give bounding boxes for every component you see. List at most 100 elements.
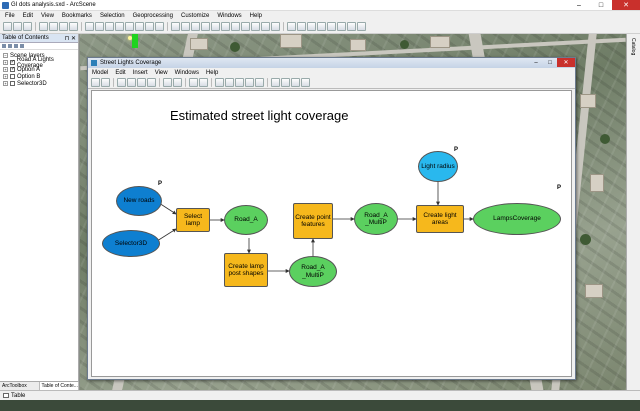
- node-selector3d[interactable]: Selector3D: [102, 230, 160, 257]
- mb-menu-help[interactable]: Help: [206, 70, 218, 76]
- menu-geoprocessing[interactable]: Geoprocessing: [133, 13, 173, 19]
- toolbox-icon[interactable]: [135, 22, 144, 31]
- add-data-icon[interactable]: [85, 22, 94, 31]
- list-by-source-icon[interactable]: [8, 44, 12, 48]
- modelbuilder-icon[interactable]: [155, 22, 164, 31]
- copy-icon[interactable]: [127, 78, 136, 87]
- fly-icon[interactable]: [181, 22, 190, 31]
- layer-visibility-checkbox[interactable]: [10, 74, 15, 79]
- delete-icon[interactable]: [147, 78, 156, 87]
- save-icon[interactable]: [23, 22, 32, 31]
- measure-icon[interactable]: [261, 22, 270, 31]
- node-lamps-coverage[interactable]: LampsCoverage: [473, 203, 561, 235]
- node-road-a-multip-1[interactable]: Road_A _MultiP: [289, 256, 337, 287]
- full-extent-icon[interactable]: [231, 22, 240, 31]
- cut-icon[interactable]: [39, 22, 48, 31]
- menu-view[interactable]: View: [41, 13, 54, 19]
- delete-icon[interactable]: [69, 22, 78, 31]
- open-icon[interactable]: [13, 22, 22, 31]
- navigate-icon[interactable]: [171, 22, 180, 31]
- connect-icon[interactable]: [281, 78, 290, 87]
- select-icon[interactable]: [241, 22, 250, 31]
- mb-menu-insert[interactable]: Insert: [133, 70, 148, 76]
- node-new-roads[interactable]: New roads: [116, 186, 162, 216]
- interpolate-icon[interactable]: [357, 22, 366, 31]
- redo-icon[interactable]: [173, 78, 182, 87]
- validate-icon[interactable]: [291, 78, 300, 87]
- toc-icon[interactable]: [105, 22, 114, 31]
- layer-visibility-checkbox[interactable]: ✓: [9, 60, 15, 65]
- mb-menu-edit[interactable]: Edit: [115, 70, 125, 76]
- menu-customize[interactable]: Customize: [181, 13, 209, 19]
- collapse-icon[interactable]: −: [3, 53, 8, 58]
- full-extent-icon[interactable]: [225, 78, 234, 87]
- pan-icon[interactable]: [255, 78, 264, 87]
- toc-pin-close[interactable]: ⊓ ✕: [65, 35, 76, 42]
- paste-icon[interactable]: [137, 78, 146, 87]
- model-canvas[interactable]: Estimated street light coverage New road…: [91, 90, 572, 377]
- node-road-a-multip-2[interactable]: Road_A _MultiP: [354, 203, 398, 235]
- target-icon[interactable]: [191, 22, 200, 31]
- node-light-radius[interactable]: Light radius: [418, 151, 458, 182]
- expand-icon[interactable]: +: [3, 67, 8, 72]
- tab-table-of-contents[interactable]: Table of Conte...: [39, 382, 79, 390]
- maximize-button[interactable]: □: [590, 0, 612, 10]
- effects-icon[interactable]: [297, 22, 306, 31]
- undo-icon[interactable]: [163, 78, 172, 87]
- node-create-lamp-post-shapes[interactable]: Create lamp post shapes: [224, 253, 268, 287]
- layer-visibility-checkbox[interactable]: ✓: [10, 67, 15, 72]
- menu-edit[interactable]: Edit: [23, 13, 33, 19]
- node-create-point-features[interactable]: Create point features: [293, 203, 333, 239]
- list-by-drawing-order-icon[interactable]: [2, 44, 6, 48]
- zoom-out-icon[interactable]: [245, 78, 254, 87]
- expand-icon[interactable]: +: [3, 81, 8, 86]
- profile-icon[interactable]: [347, 22, 356, 31]
- mb-close-button[interactable]: ✕: [557, 58, 575, 67]
- mb-minimize-button[interactable]: –: [529, 58, 543, 67]
- toc-layer-row[interactable]: + Selector3D: [1, 80, 77, 87]
- new-icon[interactable]: [3, 22, 12, 31]
- expand-icon[interactable]: +: [3, 60, 8, 65]
- catalog-tab[interactable]: Catalog: [630, 38, 636, 55]
- catalog-icon[interactable]: [115, 22, 124, 31]
- menu-file[interactable]: File: [5, 13, 15, 19]
- node-road-a[interactable]: Road_A: [224, 205, 268, 235]
- cut-icon[interactable]: [117, 78, 126, 87]
- node-select-lamp[interactable]: Select lamp: [176, 208, 210, 232]
- menu-windows[interactable]: Windows: [217, 13, 241, 19]
- mb-maximize-button[interactable]: □: [543, 58, 557, 67]
- add-toolbox-icon[interactable]: [199, 78, 208, 87]
- expand-icon[interactable]: +: [3, 74, 8, 79]
- mb-menu-windows[interactable]: Windows: [175, 70, 199, 76]
- save-icon[interactable]: [91, 78, 100, 87]
- list-by-selection-icon[interactable]: [20, 44, 24, 48]
- paste-icon[interactable]: [59, 22, 68, 31]
- mb-menu-model[interactable]: Model: [92, 70, 108, 76]
- run-icon[interactable]: [301, 78, 310, 87]
- toc-layer-row[interactable]: + Option B: [1, 73, 77, 80]
- zoom-in-icon[interactable]: [235, 78, 244, 87]
- 3d-analyst-icon[interactable]: [307, 22, 316, 31]
- tab-arctoolbox[interactable]: ArcToolbox: [0, 382, 40, 390]
- zoom-out-icon[interactable]: [211, 22, 220, 31]
- select-pointer-icon[interactable]: [271, 78, 280, 87]
- line-of-sight-icon[interactable]: [337, 22, 346, 31]
- narrow-icon[interactable]: [271, 22, 280, 31]
- auto-layout-icon[interactable]: [215, 78, 224, 87]
- menu-help[interactable]: Help: [250, 13, 262, 19]
- menu-selection[interactable]: Selection: [100, 13, 125, 19]
- list-by-visibility-icon[interactable]: [14, 44, 18, 48]
- python-icon[interactable]: [145, 22, 154, 31]
- pan-icon[interactable]: [221, 22, 230, 31]
- layer-visibility-checkbox[interactable]: [10, 81, 15, 86]
- toc-layer-row[interactable]: + ✓ Road A Lights Coverage: [1, 57, 77, 69]
- contour-icon[interactable]: [317, 22, 326, 31]
- animation-icon[interactable]: [287, 22, 296, 31]
- mb-menu-view[interactable]: View: [155, 70, 168, 76]
- zoom-in-icon[interactable]: [201, 22, 210, 31]
- search-icon[interactable]: [125, 22, 134, 31]
- layer-icon[interactable]: [95, 22, 104, 31]
- identify-icon[interactable]: [251, 22, 260, 31]
- node-create-light-areas[interactable]: Create light areas: [416, 205, 464, 233]
- steepest-path-icon[interactable]: [327, 22, 336, 31]
